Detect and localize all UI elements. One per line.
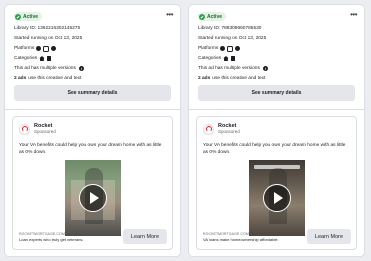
ads-count: 2 ads: [14, 76, 27, 81]
platforms-label: Platforms: [198, 46, 219, 52]
ad-preview: Rocket Sponsored Your VA benefits could …: [196, 116, 357, 250]
multiple-versions-row: This ad has multiple versions i: [198, 66, 268, 71]
library-id: Library ID: 1362216302145275: [14, 26, 81, 31]
ad-preview: Rocket Sponsored Your VA benefits could …: [12, 116, 173, 250]
ads-text: use this creative and text: [28, 76, 82, 81]
cta-description: Loan experts who truly get veterans.: [19, 237, 84, 242]
rocket-logo-icon[interactable]: [203, 123, 214, 135]
info-icon[interactable]: i: [78, 66, 84, 71]
sponsored-label: Sponsored: [34, 129, 56, 134]
multiple-versions-text: This ad has multiple versions: [14, 66, 76, 71]
building-icon: [230, 56, 236, 61]
cta-description: VA loans make homeownership affordable.: [203, 237, 279, 242]
multiple-versions-text: This ad has multiple versions: [198, 66, 260, 71]
sponsored-label: Sponsored: [218, 129, 240, 134]
info-icon[interactable]: i: [262, 66, 268, 71]
facebook-icon: [220, 46, 226, 52]
ads-text: use this creative and text: [212, 76, 266, 81]
ad-video[interactable]: [64, 160, 121, 236]
instagram-icon: [43, 46, 49, 52]
ads-count-row: 2 ads use this creative and text: [198, 76, 265, 81]
categories-row: Categories: [198, 56, 236, 61]
categories-label: Categories: [198, 56, 222, 61]
messenger-icon: [234, 46, 240, 52]
started-running: Started running on Oct 13, 2025: [198, 36, 267, 41]
cta-domain: ROCKETMORTGAGE.COM: [19, 232, 65, 236]
rocket-logo-icon[interactable]: [19, 123, 30, 135]
divider: [5, 109, 180, 110]
see-summary-details-button[interactable]: See summary details: [198, 85, 355, 101]
multiple-versions-row: This ad has multiple versions i: [14, 66, 84, 71]
cta-domain: ROCKETMORTGAGE.COM: [203, 232, 249, 236]
building-icon: [46, 56, 52, 61]
instagram-icon: [227, 46, 233, 52]
ad-video[interactable]: [248, 160, 305, 236]
housing-icon: [223, 56, 229, 61]
categories-label: Categories: [14, 56, 38, 61]
more-horizontal-icon[interactable]: •••: [350, 11, 357, 19]
started-running: Started running on Oct 13, 2025: [14, 36, 83, 41]
advertiser-row: Rocket Sponsored: [203, 123, 240, 135]
facebook-icon: [36, 46, 42, 52]
platforms-label: Platforms: [14, 46, 35, 52]
ad-body-text: Your VA benefits could help you own your…: [19, 143, 162, 155]
see-summary-details-button[interactable]: See summary details: [14, 85, 171, 101]
more-horizontal-icon[interactable]: •••: [166, 11, 173, 19]
play-icon[interactable]: [262, 184, 291, 212]
status-row: Active: [198, 12, 227, 21]
status-badge: Active: [14, 12, 43, 21]
categories-row: Categories: [14, 56, 52, 61]
divider: [189, 109, 364, 110]
housing-icon: [39, 56, 45, 61]
advertiser-row: Rocket Sponsored: [19, 123, 56, 135]
messenger-icon: [50, 46, 56, 52]
ads-count: 2 ads: [198, 76, 211, 81]
status-text: Active: [207, 13, 223, 20]
check-circle-icon: [199, 13, 205, 20]
status-row: Active: [14, 12, 43, 21]
play-icon[interactable]: [78, 184, 107, 212]
ad-card: Active ••• Library ID: 788309660785530 S…: [188, 4, 365, 257]
ads-count-row: 2 ads use this creative and text: [14, 76, 81, 81]
platforms-row: Platforms: [14, 46, 56, 52]
check-circle-icon: [15, 13, 21, 20]
status-text: Active: [23, 13, 39, 20]
ad-body-text: Your VA benefits could help you own your…: [203, 143, 346, 155]
learn-more-button[interactable]: Learn More: [307, 229, 351, 244]
learn-more-button[interactable]: Learn More: [123, 229, 167, 244]
library-id: Library ID: 788309660785530: [198, 26, 262, 31]
platforms-row: Platforms: [198, 46, 240, 52]
ad-card: Active ••• Library ID: 1362216302145275 …: [4, 4, 181, 257]
status-badge: Active: [198, 12, 227, 21]
